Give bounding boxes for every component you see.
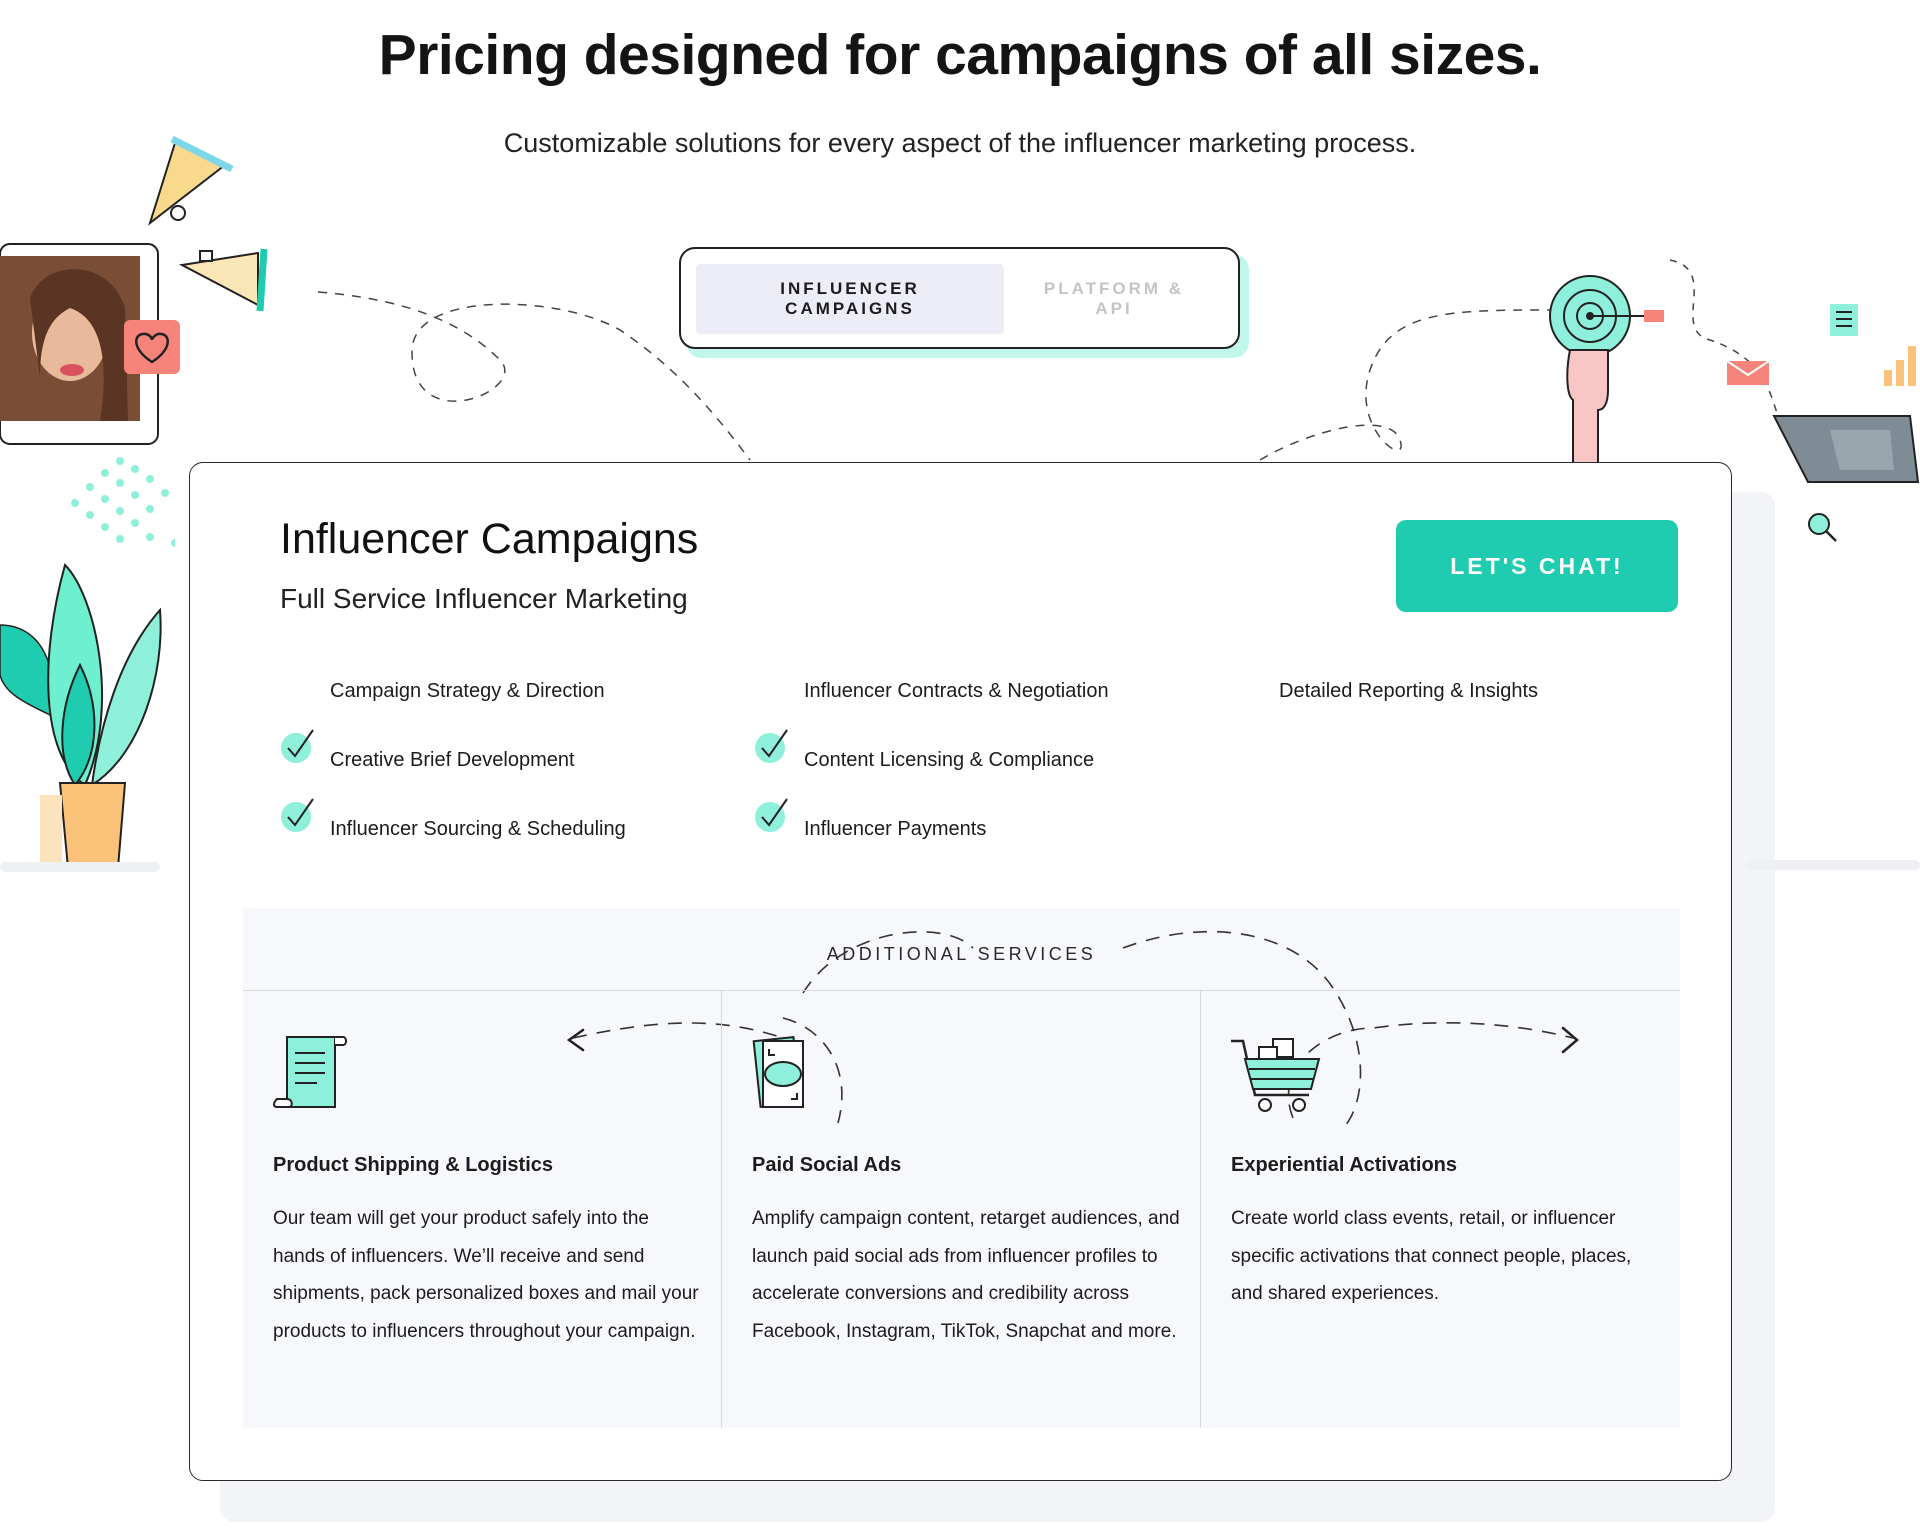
- tab-label: INFLUENCER CAMPAIGNS: [780, 279, 920, 318]
- mail-envelope-icon: [1726, 360, 1770, 385]
- feature-item: Influencer Sourcing & Scheduling: [330, 818, 626, 840]
- service-description: Our team will get your product safely in…: [273, 1208, 699, 1342]
- feature-item: Campaign Strategy & Direction: [330, 680, 605, 702]
- service-title: Paid Social Ads: [752, 1154, 902, 1176]
- column-divider: [1200, 990, 1201, 1428]
- checkmark-icon: [755, 798, 788, 832]
- checkmark-icon: [281, 729, 314, 763]
- tab-label: PLATFORM & API: [1043, 279, 1185, 318]
- shopping-cart-icon: [1231, 1038, 1321, 1112]
- additional-services-panel: ADDITIONAL SERVICES Product Shipping & L…: [243, 908, 1680, 1428]
- page-subtitle: Customizable solutions for every aspect …: [503, 128, 1417, 158]
- document-list-icon: [1830, 304, 1858, 336]
- scroll-document-icon: [273, 1036, 347, 1108]
- tab-platform-api[interactable]: PLATFORM & API: [960, 264, 1268, 334]
- money-bills-icon: [752, 1035, 804, 1109]
- pricing-tab-toggle: INFLUENCER CAMPAIGNS PLATFORM & API: [679, 247, 1240, 349]
- potted-plant-illustration: [0, 563, 162, 869]
- feature-item: Influencer Contracts & Negotiation: [804, 680, 1109, 702]
- service-title: Experiential Activations: [1231, 1154, 1457, 1176]
- lets-chat-button[interactable]: LET'S CHAT!: [1396, 520, 1678, 612]
- card-subtitle: Full Service Influencer Marketing: [280, 583, 688, 614]
- checkmark-icon: [755, 729, 788, 763]
- card-title: Influencer Campaigns: [280, 515, 699, 563]
- additional-services-heading: ADDITIONAL SERVICES: [826, 944, 1097, 964]
- feature-item: Creative Brief Development: [330, 749, 575, 771]
- magnifier-icon: [1808, 513, 1837, 542]
- influencer-photo-frame: [0, 243, 180, 445]
- bar-chart-icon: [1884, 346, 1916, 386]
- service-description: Amplify campaign content, retarget audie…: [752, 1208, 1180, 1342]
- pricing-card: Influencer Campaigns Full Service Influe…: [189, 462, 1732, 1481]
- plant-ground-shadow: [0, 862, 160, 872]
- hand-holding-target-icon: [1549, 275, 1664, 465]
- feature-item: Detailed Reporting & Insights: [1279, 680, 1539, 702]
- column-divider: [721, 990, 722, 1428]
- megaphone-icon: [178, 248, 268, 312]
- feature-item: Content Licensing & Compliance: [804, 749, 1095, 771]
- service-title: Product Shipping & Logistics: [273, 1154, 553, 1176]
- dot-pattern-decoration: [71, 457, 175, 547]
- divider: [243, 990, 1680, 991]
- tab-influencer-campaigns[interactable]: INFLUENCER CAMPAIGNS: [696, 264, 1004, 334]
- laptop-illustration: [1772, 415, 1920, 483]
- checkmark-icon: [281, 798, 314, 832]
- feature-item: Influencer Payments: [804, 818, 987, 840]
- decorative-dashed-path-right: [1259, 259, 1781, 461]
- service-description: Create world class events, retail, or in…: [1231, 1208, 1632, 1304]
- page-title: Pricing designed for campaigns of all si…: [378, 23, 1542, 87]
